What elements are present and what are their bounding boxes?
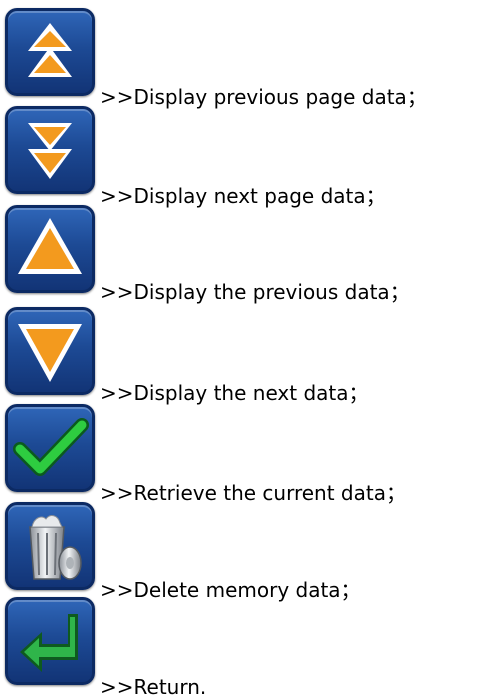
- double-down-arrow-icon: [28, 123, 72, 179]
- return-arrow-icon: [20, 614, 78, 672]
- down-arrow-icon: [18, 324, 82, 382]
- up-arrow-icon: [18, 218, 82, 274]
- checkmark-icon: [13, 418, 89, 476]
- return-button[interactable]: [5, 597, 95, 685]
- previous-data-label: >>Display the previous data；: [100, 280, 410, 304]
- retrieve-button[interactable]: [5, 404, 95, 492]
- delete-button[interactable]: [5, 502, 95, 590]
- legend-row-retrieve: >>Retrieve the current data；: [5, 404, 485, 505]
- previous-page-button[interactable]: [5, 8, 95, 96]
- legend-row-next-data: >>Display the next data；: [5, 307, 485, 405]
- legend-row-next-page: >>Display next page data；: [5, 106, 485, 208]
- double-up-arrow-icon: [28, 23, 72, 77]
- trash-bin-icon: [29, 515, 82, 580]
- next-data-label: >>Display the next data；: [100, 381, 369, 405]
- return-label: >>Return.: [100, 675, 207, 699]
- legend-row-previous-data: >>Display the previous data；: [5, 205, 485, 304]
- legend-row-previous-page: >>Display previous page data；: [5, 8, 485, 109]
- legend-row-delete: >>Delete memory data；: [5, 502, 485, 602]
- previous-data-button[interactable]: [5, 205, 95, 293]
- next-data-button[interactable]: [5, 307, 95, 395]
- legend-row-return: >>Return.: [5, 597, 485, 699]
- next-page-button[interactable]: [5, 106, 95, 194]
